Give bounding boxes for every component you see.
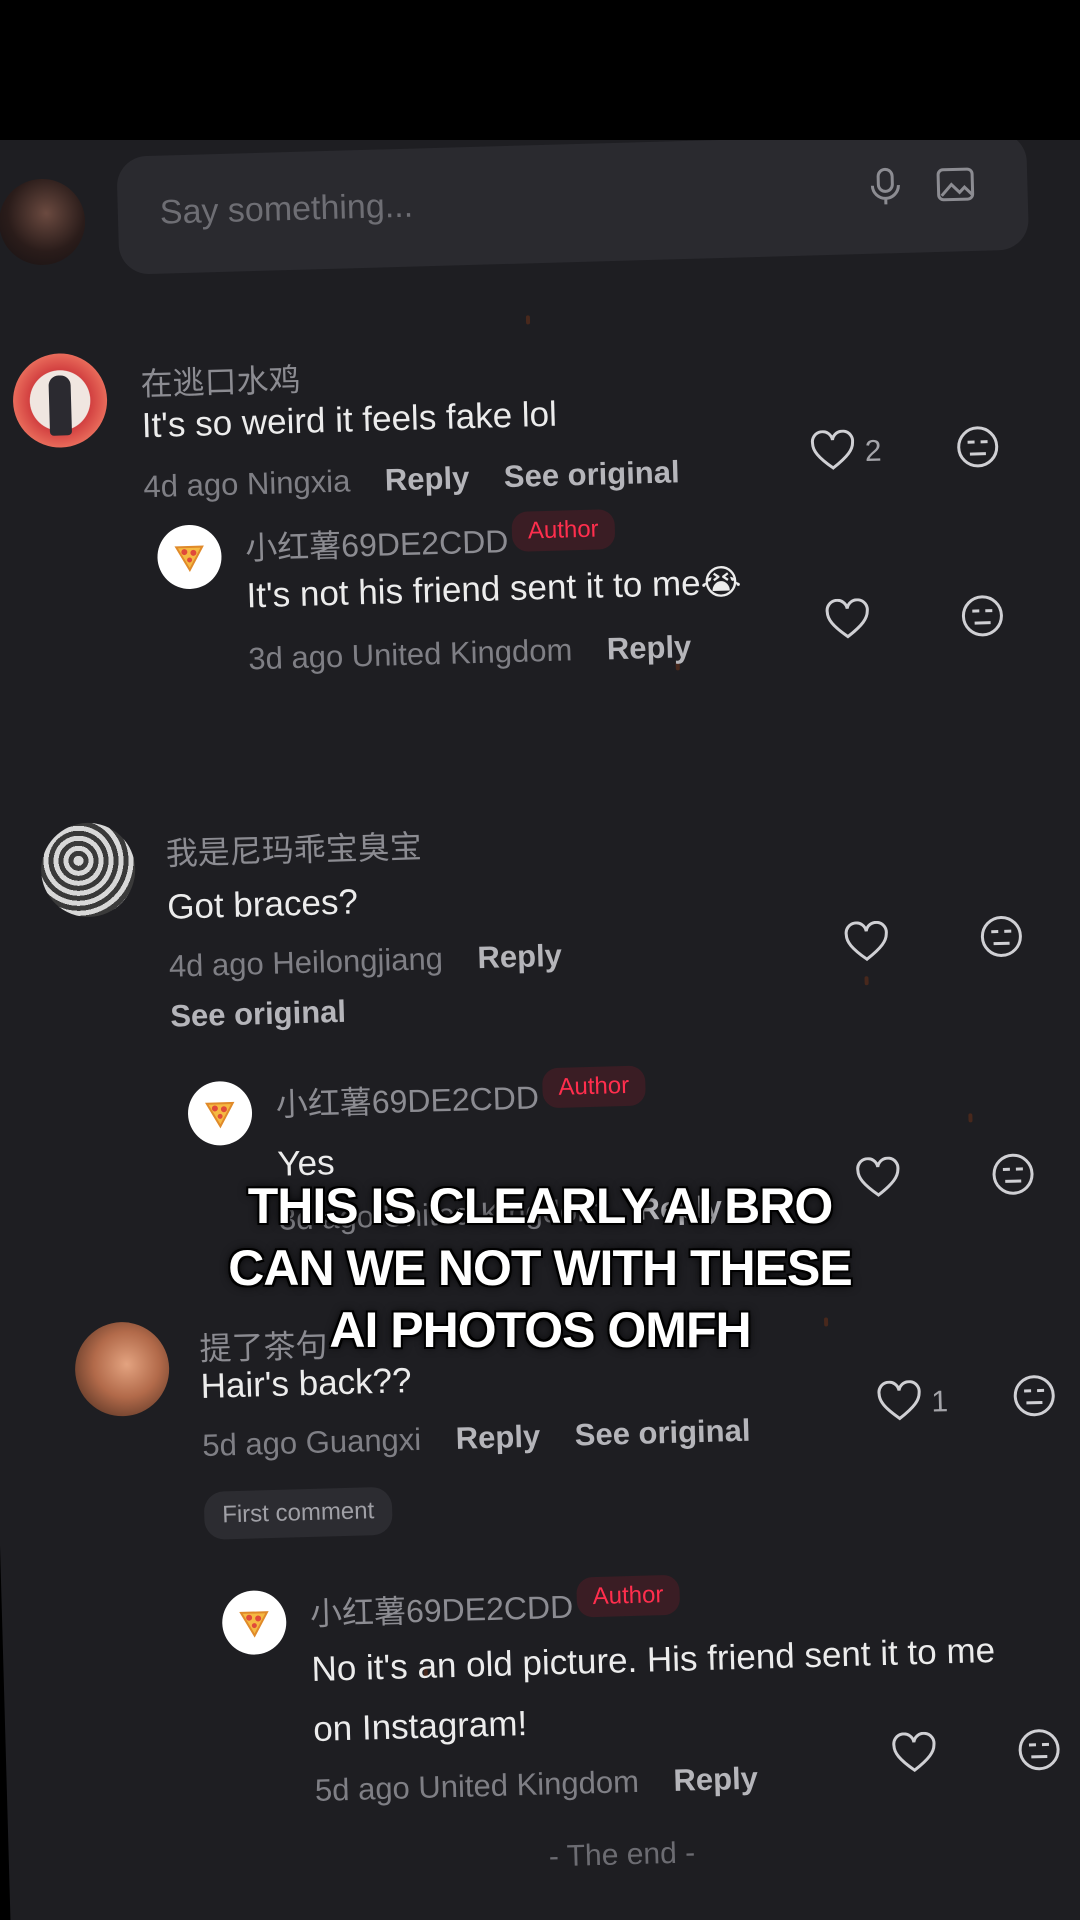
reply-button[interactable]: Reply [673,1761,758,1798]
avatar[interactable] [156,524,223,590]
author-badge: Author [511,509,616,552]
avatar[interactable] [221,1589,288,1656]
reply-button[interactable]: Reply [606,629,691,666]
comment-text: It's so weird it feels fake lol [141,394,558,446]
comment-time: 4d ago [143,466,239,505]
ember-speck [968,1113,973,1123]
heart-icon[interactable] [876,1380,923,1423]
reply-text: It's not his friend sent it to me😭 [246,562,742,616]
reply-button[interactable]: Reply [455,1419,540,1456]
heart-icon[interactable] [809,429,856,472]
see-original-button[interactable]: See original [574,1413,751,1453]
pizza-icon [174,545,204,572]
avatar[interactable] [11,352,109,449]
comment-location: Heilongjiang [271,941,444,981]
avatar[interactable] [39,821,137,919]
reply-button[interactable]: Reply [477,938,562,975]
reply-meta: 3d ago United Kingdom Reply [248,629,692,677]
comment-meta-second-line: See original [170,994,347,1035]
meh-face-icon[interactable] [959,592,1006,639]
current-user-avatar[interactable] [0,177,87,267]
video-caption-overlay: THIS IS CLEARLY AI BRO CAN WE NOT WITH T… [0,1175,1080,1361]
comment-meta: 4d ago Heilongjiang Reply [168,938,562,985]
reply-username[interactable]: 小红薯69DE2CDD [309,1582,574,1635]
heart-icon[interactable] [843,920,890,964]
heart-icon[interactable] [891,1731,938,1775]
comment-meta: 4d ago Ningxia Reply See original [143,454,680,505]
reply-location: United Kingdom [417,1763,640,1806]
author-badge: Author [541,1065,646,1109]
image-icon[interactable] [932,161,979,208]
comment-meta: 5d ago Guangxi Reply See original [202,1413,751,1464]
caption-line: CAN WE NOT WITH THESE [228,1240,852,1296]
author-badge: Author [576,1574,680,1618]
reply-time: 5d ago [314,1770,411,1808]
reply-text-line-1: No it's an old picture. His friend sent … [311,1630,996,1689]
caption-line: THIS IS CLEARLY AI BRO [247,1178,834,1234]
like-count: 2 [864,434,882,469]
meh-face-icon[interactable] [1015,1726,1062,1773]
reply-text-line-2: on Instagram! [312,1703,528,1749]
pizza-icon [205,1101,235,1129]
ember-speck [864,976,869,986]
meh-face-icon[interactable] [1011,1372,1058,1419]
reply-location: United Kingdom [351,632,573,674]
see-original-button[interactable]: See original [503,454,680,494]
comment-text: Got braces? [166,882,359,927]
comment-location: Guangxi [305,1421,422,1461]
caption-line: AI PHOTOS OMFH [329,1302,751,1358]
pizza-icon [239,1611,269,1638]
reply-username[interactable]: 小红薯69DE2CDD [275,1072,539,1125]
end-of-comments-label: - The end - [548,1836,696,1874]
comment-location: Ningxia [246,463,351,502]
meh-face-icon[interactable] [954,423,1001,470]
ember-speck [525,315,531,325]
reply-time: 3d ago [247,638,344,677]
like-count: 1 [930,1385,949,1419]
comment-text: Hair's back?? [200,1361,413,1406]
reply-meta: 5d ago United Kingdom Reply [314,1761,758,1809]
comment-screen: Say something... 在逃口水鸡 It's so weird it … [0,88,1080,1920]
comment-time: 4d ago [168,946,265,984]
heart-icon[interactable] [824,598,871,641]
comment-time: 5d ago [201,1425,298,1463]
avatar[interactable] [187,1080,253,1147]
meh-face-icon[interactable] [978,913,1025,960]
first-comment-badge: First comment [203,1486,393,1540]
see-original-button[interactable]: See original [170,994,347,1034]
top-letterbox [0,0,1080,140]
video-frame: Say something... 在逃口水鸡 It's so weird it … [0,0,1080,1920]
reply-button[interactable]: Reply [384,460,469,497]
microphone-icon[interactable] [862,163,909,210]
comment-input-placeholder: Say something... [159,186,414,232]
comment-username[interactable]: 我是尼玛乖宝臭宝 [165,822,422,875]
comment-input[interactable]: Say something... [116,131,1030,275]
